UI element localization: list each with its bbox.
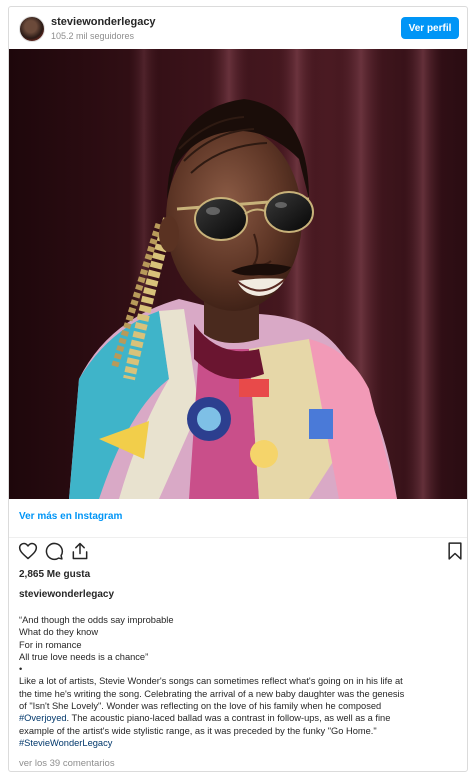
hashtag-steviewonderlegacy[interactable]: #StevieWonderLegacy <box>19 738 112 748</box>
instagram-embed: steviewonderlegacy 105.2 mil seguidores … <box>8 6 468 772</box>
avatar[interactable] <box>19 16 45 42</box>
caption-line: What do they know <box>19 627 99 638</box>
action-bar <box>9 541 467 567</box>
view-profile-button[interactable]: Ver perfil <box>401 17 459 39</box>
caption-username[interactable]: steviewonderlegacy <box>19 589 114 600</box>
bookmark-icon[interactable] <box>445 541 465 561</box>
caption-line: example of the artist's wide stylistic r… <box>19 725 377 736</box>
header-username[interactable]: steviewonderlegacy <box>51 16 156 28</box>
view-comments-link[interactable]: ver los 39 comentarios <box>19 758 115 769</box>
stevie-wonder-portrait <box>9 49 467 499</box>
caption-line: For in romance <box>19 639 82 650</box>
caption-line: #StevieWonderLegacy <box>19 737 457 749</box>
comment-icon[interactable] <box>44 541 64 561</box>
follower-count: 105.2 mil seguidores <box>51 31 135 41</box>
view-more-link[interactable]: Ver más en Instagram <box>19 511 122 522</box>
post-photo[interactable] <box>9 49 467 499</box>
caption-line: All true love needs is a chance” <box>19 651 149 662</box>
caption-line: • <box>19 664 23 675</box>
caption-text: . The acoustic piano-laced ballad was a … <box>66 713 391 724</box>
caption-line: of "Isn't She Lovely". Wonder was reflec… <box>19 701 382 712</box>
like-count[interactable]: 2,865 Me gusta <box>19 569 90 580</box>
caption-line: #Overjoyed. The acoustic piano-laced bal… <box>19 712 457 724</box>
caption-line: “And though the odds say improbable <box>19 615 174 625</box>
share-icon[interactable] <box>70 541 90 561</box>
post-header: steviewonderlegacy 105.2 mil seguidores … <box>9 7 467 49</box>
heart-icon[interactable] <box>18 541 38 561</box>
post-caption: “And though the odds say improbable What… <box>19 614 457 749</box>
caption-line: the time he's writing the song. Celebrat… <box>19 688 405 699</box>
caption-line: Like a lot of artists, Stevie Wonder's s… <box>19 676 403 687</box>
view-more-bar: Ver más en Instagram <box>9 499 467 538</box>
hashtag-overjoyed[interactable]: #Overjoyed <box>19 713 67 723</box>
